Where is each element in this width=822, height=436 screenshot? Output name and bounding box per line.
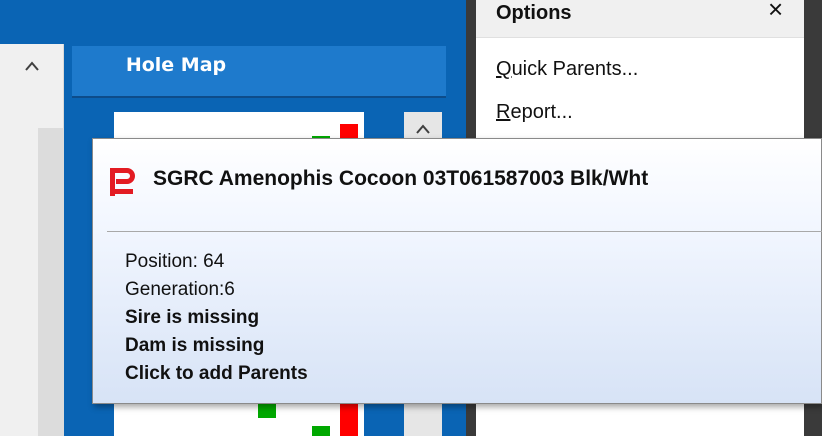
top-band — [0, 0, 466, 44]
hole-map-title: Hole Map — [125, 54, 227, 76]
parents-tooltip: SGRC Amenophis Cocoon 03T061587003 Blk/W… — [92, 138, 822, 404]
logo-icon — [107, 165, 137, 199]
mnemonic: R — [496, 101, 511, 123]
hole-map-header: Hole Map — [72, 46, 446, 98]
menu-item-quick-parents[interactable]: Quick Parents... — [496, 58, 638, 81]
hole-marker-red[interactable] — [340, 402, 358, 436]
sire-status-text: Sire is missing — [125, 307, 260, 328]
menu-item-label: uick Parents... — [511, 58, 639, 80]
position-text: Position: 64 — [125, 251, 225, 272]
menu-item-label: eport... — [510, 101, 573, 123]
scroll-up-icon[interactable] — [0, 44, 64, 88]
close-icon[interactable]: × — [768, 0, 783, 25]
add-parents-hint: Click to add Parents — [125, 363, 308, 384]
options-menu-title: Options — [496, 2, 572, 24]
options-menu-header: Options × — [476, 0, 804, 38]
left-scrollbar[interactable] — [0, 44, 64, 436]
mnemonic: Q — [496, 58, 512, 80]
dam-status-text: Dam is missing — [125, 335, 265, 356]
scrollbar-track[interactable] — [38, 128, 64, 436]
tooltip-title: SGRC Amenophis Cocoon 03T061587003 Blk/W… — [153, 167, 649, 190]
divider — [107, 231, 822, 232]
menu-item-report[interactable]: Report... — [496, 101, 573, 124]
hole-marker-green[interactable] — [312, 426, 330, 436]
generation-text: Generation:6 — [125, 279, 235, 300]
